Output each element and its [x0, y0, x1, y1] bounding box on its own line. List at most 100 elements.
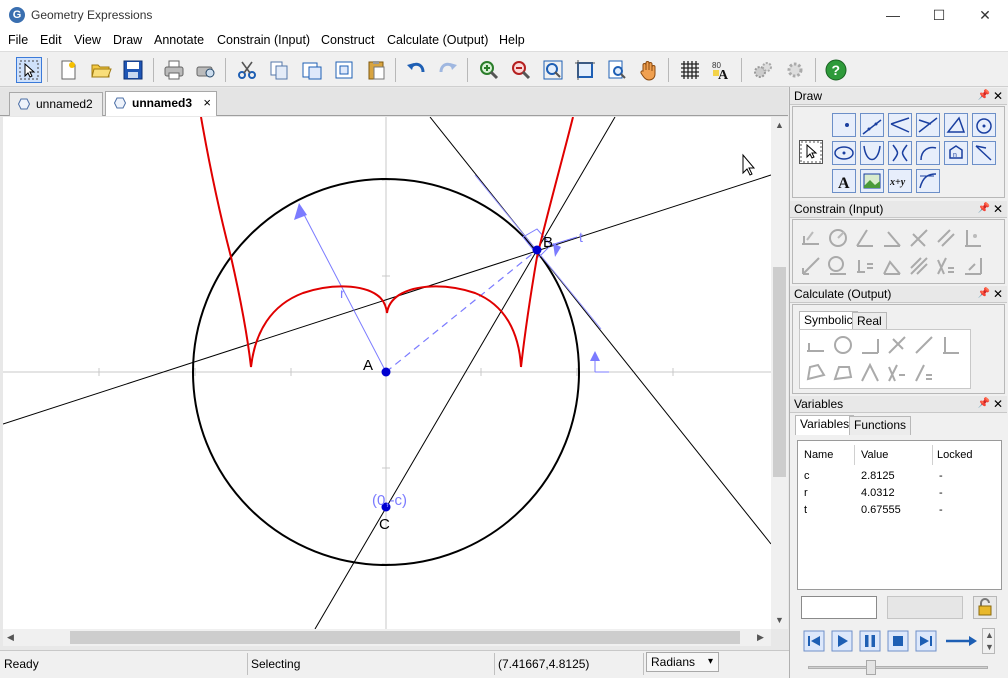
table-row[interactable]: t 0.67555 - — [798, 502, 1001, 519]
calc-radius-button[interactable] — [831, 333, 855, 357]
zoom-in-button[interactable] — [476, 57, 502, 83]
pin-icon[interactable]: 📌 — [978, 201, 990, 217]
calc-slope-button[interactable] — [885, 333, 909, 357]
close-panel-icon[interactable]: ✕ — [993, 396, 1003, 412]
settings-button[interactable] — [782, 57, 808, 83]
point-b[interactable] — [532, 245, 542, 255]
tangent-line[interactable] — [429, 117, 771, 545]
constrain-polygon-button[interactable] — [880, 254, 904, 278]
constrain-equation-button[interactable] — [934, 254, 958, 278]
print-preview-button[interactable] — [193, 57, 219, 83]
constrain-parallel-button[interactable] — [934, 226, 958, 250]
zoom-fit-button[interactable] — [540, 57, 566, 83]
scroll-down-icon[interactable]: ▼ — [775, 615, 784, 625]
constrain-coordinates-button[interactable] — [961, 226, 985, 250]
zoom-out-button[interactable] — [508, 57, 534, 83]
tab-variables[interactable]: Variables — [795, 415, 855, 435]
calc-locus-button[interactable] — [858, 361, 882, 385]
calc-area-button[interactable] — [912, 333, 936, 357]
help-button[interactable]: ? — [823, 57, 849, 83]
pin-icon[interactable]: 📌 — [978, 286, 990, 302]
draw-circle-button[interactable] — [972, 113, 996, 137]
new-button[interactable] — [55, 57, 81, 83]
animate-button[interactable] — [750, 57, 776, 83]
calc-perimeter-button[interactable] — [831, 361, 855, 385]
vertical-scroll-thumb[interactable] — [773, 267, 786, 477]
open-button[interactable] — [88, 57, 114, 83]
zoom-page-button[interactable] — [604, 57, 630, 83]
line-through-b[interactable] — [3, 174, 771, 425]
save-button[interactable] — [120, 57, 146, 83]
draw-text-button[interactable]: A — [832, 169, 856, 193]
draw-segment-button[interactable] — [916, 113, 940, 137]
menu-annotate[interactable]: Annotate — [154, 33, 204, 47]
menu-help[interactable]: Help — [499, 33, 525, 47]
pan-button[interactable] — [636, 57, 662, 83]
constrain-direction-button[interactable] — [880, 226, 904, 250]
draw-vector-button[interactable] — [972, 141, 996, 165]
paste-button[interactable] — [363, 57, 389, 83]
menu-constrain[interactable]: Constrain (Input) — [217, 33, 310, 47]
copy-special-button[interactable] — [331, 57, 357, 83]
copy-button[interactable] — [266, 57, 292, 83]
draw-point-button[interactable] — [832, 113, 856, 137]
lock-button[interactable] — [973, 596, 997, 619]
scroll-up-icon[interactable]: ▲ — [775, 120, 784, 130]
tab-functions[interactable]: Functions — [849, 416, 912, 435]
draw-expression-button[interactable]: x+y — [888, 169, 912, 193]
close-panel-icon[interactable]: ✕ — [993, 88, 1003, 104]
draw-function-button[interactable] — [916, 169, 940, 193]
animate-pause-button[interactable] — [859, 630, 881, 652]
constrain-distance-button[interactable] — [799, 226, 823, 250]
spin-up-icon[interactable]: ▲ — [985, 630, 994, 640]
constrain-radius-button[interactable] — [826, 226, 850, 250]
draw-arc-button[interactable] — [916, 141, 940, 165]
draw-polygon-n-button[interactable]: n — [944, 141, 968, 165]
tab-unnamed2[interactable]: unnamed2 — [9, 92, 103, 116]
calc-distance-button[interactable] — [804, 333, 828, 357]
calc-angle-button[interactable] — [858, 333, 882, 357]
calc-coordinates-button[interactable] — [939, 333, 963, 357]
animate-end-button[interactable] — [915, 630, 937, 652]
calc-equation-button[interactable] — [885, 361, 909, 385]
speed-spinner[interactable]: ▲ ▼ — [982, 628, 995, 654]
menu-construct[interactable]: Construct — [321, 33, 375, 47]
close-panel-icon[interactable]: ✕ — [993, 201, 1003, 217]
draw-ray-button[interactable] — [888, 113, 912, 137]
constrain-congruent-button[interactable] — [853, 254, 877, 278]
variable-range-input[interactable] — [887, 596, 963, 619]
draw-polygon-button[interactable] — [944, 113, 968, 137]
minimize-button[interactable]: — — [870, 0, 916, 31]
tab-symbolic[interactable]: Symbolic — [799, 311, 858, 329]
constrain-slope-button[interactable] — [907, 254, 931, 278]
calc-parametric-button[interactable] — [912, 361, 936, 385]
line-through-c[interactable] — [314, 117, 616, 629]
draw-select-button[interactable] — [799, 140, 823, 164]
table-row[interactable]: r 4.0312 - — [798, 485, 1001, 502]
animate-start-button[interactable] — [803, 630, 825, 652]
draw-ellipse-button[interactable] — [832, 141, 856, 165]
constrain-tangent-button[interactable] — [799, 254, 823, 278]
horizontal-scroll-thumb[interactable] — [70, 631, 740, 644]
close-tab-icon[interactable]: × — [203, 92, 211, 114]
constrain-angle-button[interactable] — [853, 226, 877, 250]
scroll-left-icon[interactable]: ◀ — [7, 632, 14, 643]
animation-slider-thumb[interactable] — [866, 660, 876, 675]
animation-slider[interactable] — [808, 666, 988, 669]
tab-unnamed3[interactable]: unnamed3 × — [105, 91, 217, 116]
geometry-drawing[interactable]: A B C (0,-c) r t — [3, 117, 771, 629]
select-tool-button[interactable] — [16, 57, 42, 83]
pin-icon[interactable]: 📌 — [978, 88, 990, 104]
menu-view[interactable]: View — [74, 33, 101, 47]
locus-curve[interactable] — [200, 117, 574, 368]
drawing-canvas[interactable]: A B C (0,-c) r t — [3, 117, 771, 629]
menu-calculate[interactable]: Calculate (Output) — [387, 33, 488, 47]
draw-picture-button[interactable] — [860, 169, 884, 193]
close-panel-icon[interactable]: ✕ — [993, 286, 1003, 302]
variable-value-input[interactable] — [801, 596, 877, 619]
angle-units-select[interactable]: Radians ▾ — [646, 652, 719, 672]
draw-parabola-button[interactable] — [860, 141, 884, 165]
font-button[interactable]: 80 A — [709, 57, 735, 83]
constrain-perpendicular-button[interactable] — [907, 226, 931, 250]
scroll-right-icon[interactable]: ▶ — [757, 632, 764, 643]
